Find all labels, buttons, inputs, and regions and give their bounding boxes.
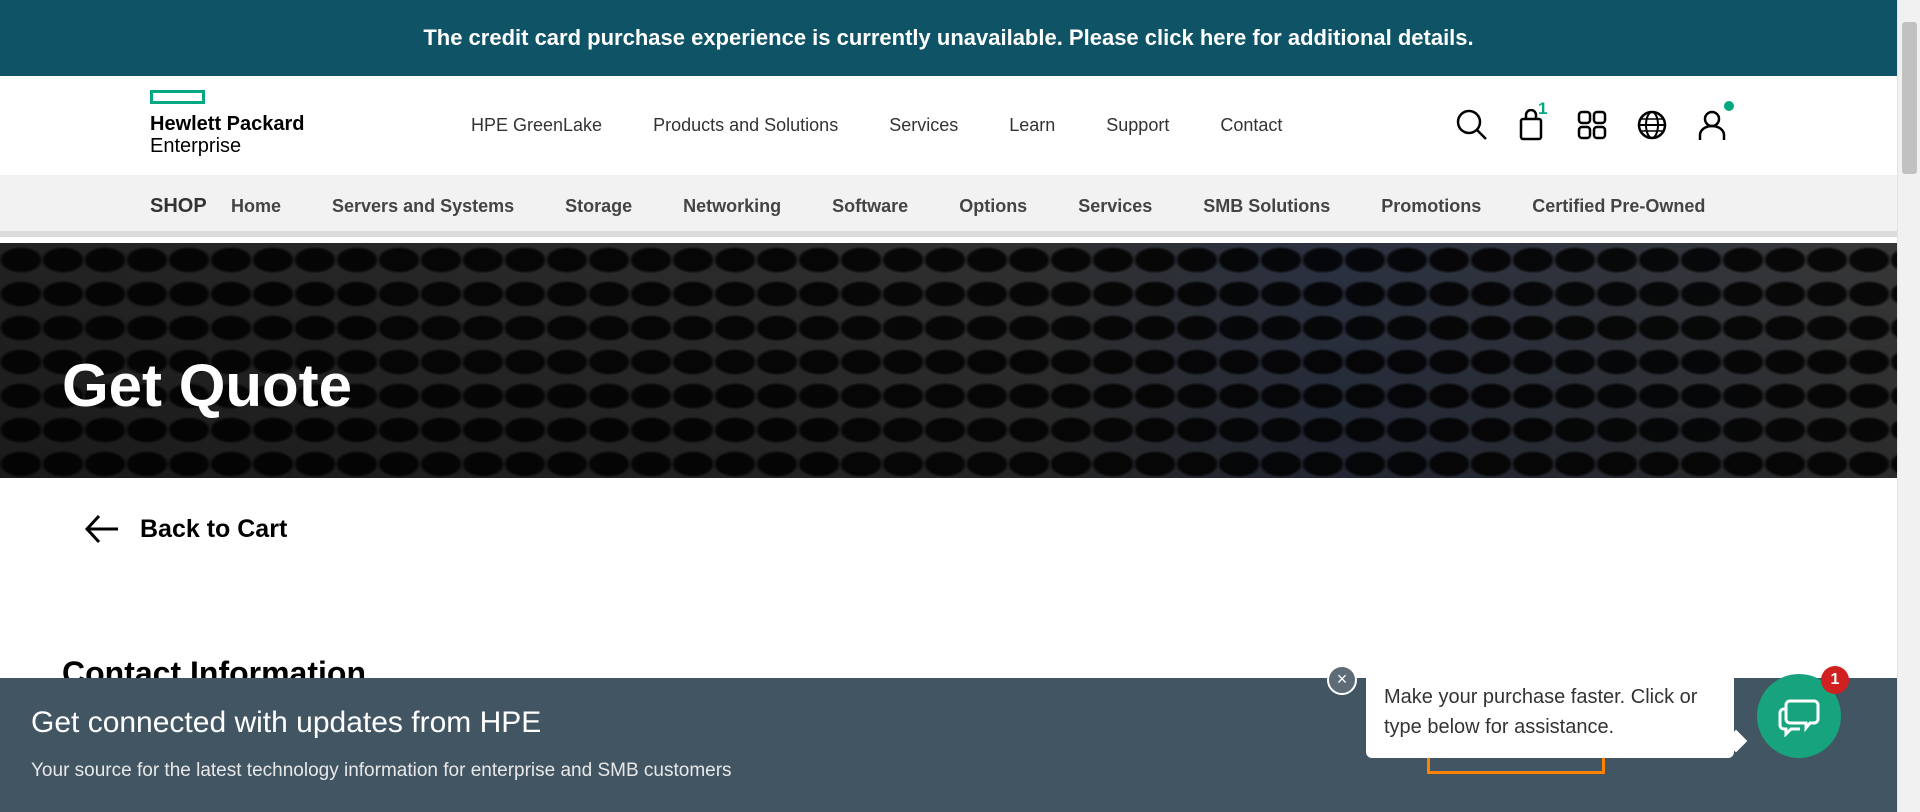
shop-item-networking[interactable]: Networking — [683, 196, 781, 217]
cart-count-badge: 1 — [1538, 99, 1548, 118]
nav-item-contact[interactable]: Contact — [1220, 115, 1282, 136]
shop-item-servers[interactable]: Servers and Systems — [332, 196, 514, 217]
nav-item-learn[interactable]: Learn — [1009, 115, 1055, 136]
header-icons: 1 — [1456, 99, 1734, 144]
grid-icon[interactable] — [1576, 106, 1608, 144]
shop-item-services[interactable]: Services — [1078, 196, 1152, 217]
logo-line2: Enterprise — [150, 135, 242, 157]
shop-item-options[interactable]: Options — [959, 196, 1027, 217]
shop-nav-items: Home Servers and Systems Storage Network… — [231, 175, 1705, 237]
chat-prompt-bubble[interactable]: Make your purchase faster. Click or type… — [1366, 670, 1734, 758]
shop-nav: SHOP Home Servers and Systems Storage Ne… — [0, 175, 1897, 237]
search-icon[interactable] — [1456, 106, 1488, 144]
newsletter-title: Get connected with updates from HPE — [31, 706, 542, 739]
nav-item-products[interactable]: Products and Solutions — [653, 115, 838, 136]
site-header: Hewlett Packard Enterprise HPE GreenLake… — [0, 76, 1897, 175]
globe-icon[interactable] — [1636, 106, 1668, 144]
back-to-cart-label[interactable]: Back to Cart — [140, 515, 287, 544]
arrow-left-icon — [84, 514, 118, 544]
shop-item-home[interactable]: Home — [231, 196, 281, 217]
shop-item-pre-owned[interactable]: Certified Pre-Owned — [1532, 196, 1705, 217]
scrollbar-thumb[interactable] — [1902, 22, 1917, 174]
back-to-cart-link[interactable]: Back to Cart — [84, 513, 287, 545]
alert-banner-text[interactable]: The credit card purchase experience is c… — [423, 25, 1473, 51]
shop-item-smb[interactable]: SMB Solutions — [1203, 196, 1330, 217]
chat-icon — [1778, 699, 1820, 737]
alert-banner[interactable]: The credit card purchase experience is c… — [0, 0, 1897, 76]
shop-item-software[interactable]: Software — [832, 196, 908, 217]
shop-label: SHOP — [150, 195, 207, 217]
shop-item-storage[interactable]: Storage — [565, 196, 632, 217]
logo-line1: Hewlett Packard — [150, 113, 305, 135]
chat-prompt-text: Make your purchase faster. Click or type… — [1384, 686, 1698, 738]
user-icon[interactable] — [1696, 101, 1734, 144]
hpe-logo[interactable]: Hewlett Packard Enterprise — [150, 90, 320, 160]
shop-item-promotions[interactable]: Promotions — [1381, 196, 1481, 217]
main-nav: HPE GreenLake Products and Solutions Ser… — [471, 76, 1282, 175]
nav-item-services[interactable]: Services — [889, 115, 958, 136]
chat-notification-badge: 1 — [1821, 666, 1849, 694]
shopping-bag-icon[interactable]: 1 — [1516, 99, 1548, 144]
chat-close-button[interactable]: × — [1327, 665, 1357, 695]
notification-dot — [1724, 101, 1734, 111]
nav-item-greenlake[interactable]: HPE GreenLake — [471, 115, 602, 136]
hero-banner: Get Quote — [0, 243, 1897, 478]
nav-item-support[interactable]: Support — [1106, 115, 1169, 136]
page-title: Get Quote — [62, 352, 353, 419]
logo-mark — [150, 90, 205, 104]
page-scrollbar[interactable] — [1897, 0, 1920, 812]
newsletter-subtitle: Your source for the latest technology in… — [31, 760, 732, 781]
